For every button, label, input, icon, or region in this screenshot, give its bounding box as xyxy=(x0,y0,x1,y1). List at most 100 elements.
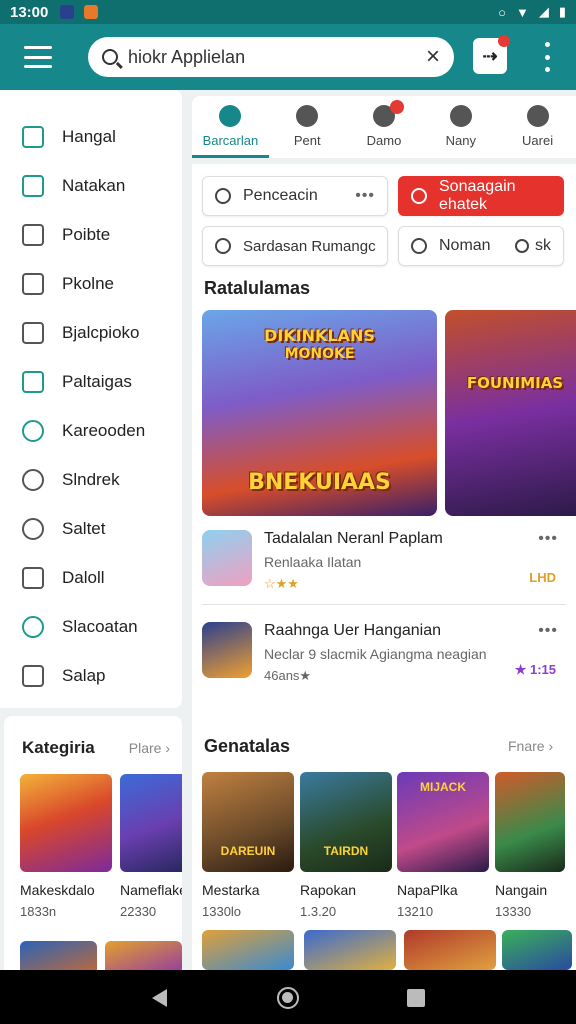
filter-chip[interactable]: Sardasan Rumangc xyxy=(202,226,388,266)
category-item[interactable]: Makeskdalo 1833n xyxy=(20,774,112,919)
sidebar-item-label: Pkolne xyxy=(62,273,114,293)
more-icon[interactable]: ••• xyxy=(538,530,558,548)
category-count: 1833n xyxy=(20,904,57,919)
user-search-icon xyxy=(411,238,427,254)
home-icon xyxy=(219,105,242,127)
app-subtitle: Renlaaka Ilatan xyxy=(264,554,362,570)
sidebar-item-poibte[interactable]: Poibte xyxy=(0,210,182,259)
sidebar-item-salap[interactable]: Salap xyxy=(0,651,182,700)
game-thumbnail[interactable] xyxy=(502,930,572,970)
sidebar-item-label: Poibte xyxy=(62,224,111,244)
sidebar-item-label: Natakan xyxy=(62,175,126,195)
banner-title-top: DIKINKLANS xyxy=(264,326,375,345)
notification-badge xyxy=(498,35,510,47)
sidebar: Hangal Natakan Poibte Pkolne Bjalcpioko … xyxy=(0,90,182,708)
search-query[interactable]: hiokr Applielan xyxy=(128,47,426,68)
circle-icon xyxy=(22,419,44,442)
tab-damo[interactable]: Damo xyxy=(346,96,423,158)
filter-chip-red[interactable]: Sonaagain ehatek xyxy=(398,176,564,216)
sidebar-item-kareooden[interactable]: Kareooden xyxy=(0,406,182,455)
list-icon xyxy=(22,370,44,393)
thumbnail-title: MIJACK xyxy=(419,780,466,794)
tab-bar: Barcarlan Pent Damo Nany Uarei xyxy=(192,96,576,158)
thumbnail-title: TAIRDN xyxy=(323,844,369,858)
list-item[interactable]: Raahnga Uer Hanganian Neclar 9 slacmik A… xyxy=(202,622,566,702)
app-name: Raahnga Uer Hanganian xyxy=(264,622,442,639)
sidebar-item-saltet[interactable]: Saltet xyxy=(0,504,182,553)
categories-card: Kategiria Plare › Makeskdalo 1833n Namef… xyxy=(4,716,182,976)
game-downloads: 1330lo xyxy=(202,904,242,919)
more-icon[interactable]: ••• xyxy=(538,622,558,640)
game-name: Rapokan xyxy=(300,882,357,898)
overflow-menu-icon[interactable] xyxy=(540,42,554,72)
game-downloads: 13210 xyxy=(397,904,434,919)
tab-uarei[interactable]: Uarei xyxy=(499,96,576,158)
gift-icon xyxy=(449,105,472,127)
sidebar-item-hangal[interactable]: Hangal xyxy=(0,112,182,161)
home-button-icon[interactable] xyxy=(277,987,299,1009)
search-chip[interactable]: Penceacin ••• xyxy=(202,176,388,216)
divider xyxy=(202,604,566,605)
game-card[interactable]: Nangain 13330 xyxy=(495,772,565,919)
sidebar-item-label: Kareooden xyxy=(62,420,146,440)
game-thumbnail[interactable] xyxy=(202,930,294,970)
sidebar-item-paltaigas[interactable]: Paltaigas xyxy=(0,357,182,406)
sidebar-item-daloll[interactable]: Daloll xyxy=(0,553,182,602)
more-icon[interactable]: ••• xyxy=(355,187,375,205)
tab-barcarlan[interactable]: Barcarlan xyxy=(192,96,269,158)
game-downloads: 1.3.20 xyxy=(300,904,337,919)
game-controller-icon xyxy=(296,105,319,127)
sidebar-item-natakan[interactable]: Natakan xyxy=(0,161,182,210)
puzzle-icon xyxy=(22,223,44,246)
person-icon xyxy=(22,272,44,295)
game-downloads: 13330 xyxy=(495,904,532,919)
home-icon xyxy=(22,125,44,148)
search-icon xyxy=(215,188,231,204)
featured-banner[interactable]: DIKINKLANS MONOKE BNEKUIAAS xyxy=(202,310,437,516)
list-item[interactable]: Tadalalan Neranl Paplam Renlaaka Ilatan … xyxy=(202,530,566,610)
recent-apps-icon[interactable] xyxy=(407,989,425,1007)
close-icon[interactable]: × xyxy=(426,43,440,71)
shield-icon xyxy=(22,615,44,638)
cart-button[interactable]: ⇢ xyxy=(473,35,510,74)
status-bar: 13:00 ○ ▼ ◢ ▮ xyxy=(0,0,576,24)
featured-banner[interactable]: FOUNIMIAS xyxy=(445,310,576,516)
app-icon xyxy=(202,530,252,586)
sidebar-item-slacoatan[interactable]: Slacoatan xyxy=(0,602,182,651)
notification-badge xyxy=(390,100,405,114)
vibrate-icon: ○ xyxy=(498,4,506,20)
notification-icon xyxy=(60,5,75,19)
game-thumbnail xyxy=(20,774,112,872)
sidebar-item-pkolne[interactable]: Pkolne xyxy=(0,259,182,308)
filter-chip[interactable]: Noman sk xyxy=(398,226,564,266)
record-icon xyxy=(411,188,427,204)
game-thumbnail[interactable] xyxy=(404,930,496,970)
game-thumbnail[interactable] xyxy=(304,930,396,970)
app-name: Tadalalan Neranl Paplam xyxy=(264,530,443,547)
sidebar-item-bjalcpioko[interactable]: Bjalcpioko xyxy=(0,308,182,357)
clock-icon xyxy=(22,517,44,540)
hamburger-menu-icon[interactable] xyxy=(20,42,56,72)
document-icon xyxy=(22,174,44,197)
sidebar-item-label: Hangal xyxy=(62,126,116,146)
search-icon xyxy=(215,238,231,254)
tab-nany[interactable]: Nany xyxy=(422,96,499,158)
sidebar-item-label: Paltaigas xyxy=(62,371,132,391)
tab-pent[interactable]: Pent xyxy=(269,96,346,158)
category-name: Makeskdalo xyxy=(20,882,95,898)
wifi-icon: ▼ xyxy=(515,4,529,20)
sidebar-item-label: Saltet xyxy=(62,518,106,538)
game-thumbnail: MIJACK xyxy=(397,772,489,872)
app-icon xyxy=(202,622,252,678)
game-card[interactable]: DAREUIN Mestarka 1330lo xyxy=(202,772,294,919)
game-name: Mestarka xyxy=(202,882,260,898)
sidebar-item-slndrek[interactable]: Slndrek xyxy=(0,455,182,504)
popular-more-link[interactable]: Fnare › xyxy=(508,738,553,754)
back-icon[interactable] xyxy=(152,989,167,1007)
category-name: Nameflake xyxy=(120,882,182,898)
search-input[interactable]: hiokr Applielan × xyxy=(88,37,454,77)
game-card[interactable]: MIJACK NapaPlka 13210 xyxy=(397,772,489,919)
categories-more-link[interactable]: Plare › xyxy=(129,740,170,756)
category-item[interactable]: Nameflake 22330 xyxy=(120,774,182,919)
game-card[interactable]: TAIRDN Rapokan 1.3.20 xyxy=(300,772,392,919)
